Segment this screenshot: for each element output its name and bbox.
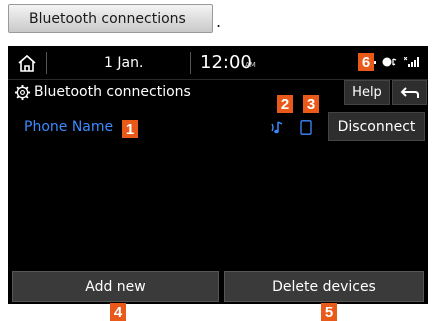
status-divider	[190, 52, 191, 74]
status-divider	[46, 52, 47, 74]
infotainment-screen: 1 Jan. 12:00 AM Bluetooth connections He…	[8, 46, 428, 304]
bluetooth-audio-icon	[271, 121, 283, 134]
home-icon[interactable]	[16, 53, 38, 73]
back-arrow-icon	[400, 86, 419, 98]
bluetooth-connections-button[interactable]: Bluetooth connections	[8, 4, 213, 33]
add-new-button[interactable]: Add new	[12, 271, 219, 302]
callout-badge-2: 2	[277, 95, 293, 113]
title-bar: Bluetooth connections Help	[8, 80, 428, 106]
back-button[interactable]	[392, 80, 427, 105]
bottom-action-bar: Add new Delete devices	[8, 269, 428, 304]
disconnect-button-label: Disconnect	[337, 118, 416, 135]
delete-devices-button[interactable]: Delete devices	[224, 271, 424, 302]
device-name: Phone Name	[24, 119, 114, 135]
callout-badge-6: 6	[358, 53, 374, 71]
help-button[interactable]: Help	[344, 80, 390, 105]
sentence-period: .	[216, 12, 222, 31]
phone-icon	[300, 120, 312, 135]
date-display: 1 Jan.	[104, 55, 144, 71]
bluetooth-audio-icon	[382, 57, 397, 67]
bluetooth-connections-button-label: Bluetooth connections	[29, 10, 186, 27]
screen-title: Bluetooth connections	[34, 84, 191, 100]
delete-devices-button-label: Delete devices	[272, 278, 376, 295]
callout-badge-1: 1	[122, 120, 138, 138]
paired-device-row[interactable]: Phone Name Disconnect	[8, 110, 428, 144]
add-new-button-label: Add new	[85, 278, 146, 295]
callout-badge-5: 5	[321, 303, 337, 321]
ampm-indicator: AM	[245, 61, 256, 69]
callout-badge-4: 4	[110, 303, 126, 321]
callout-badge-3: 3	[303, 95, 319, 113]
settings-gear-icon	[14, 84, 31, 101]
help-button-label: Help	[352, 85, 382, 100]
disconnect-button[interactable]: Disconnect	[328, 112, 425, 141]
signal-icon	[404, 57, 419, 67]
